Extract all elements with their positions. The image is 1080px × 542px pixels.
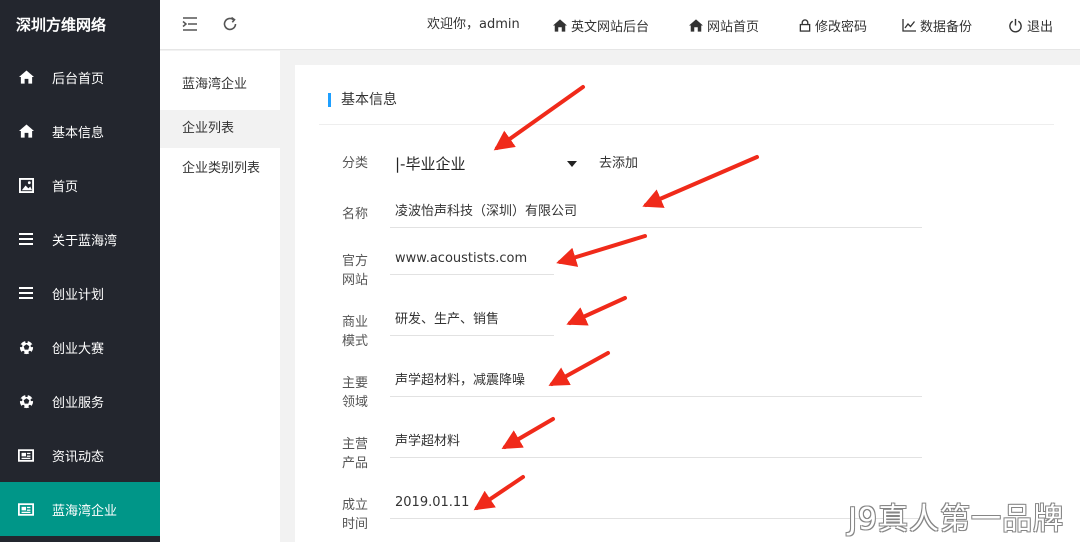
football-icon: [18, 339, 34, 355]
top-header: 欢迎你，admin 英文网站后台 网站首页 修改密码 数据备份 退出: [160, 0, 1080, 50]
business-model-label: 商业 模式: [342, 315, 369, 349]
sidebar-item-label: 创业大赛: [52, 341, 105, 357]
category-select-value: |-毕业企业: [395, 155, 466, 173]
watermark: J9真人第一品牌: [848, 502, 1064, 537]
submenu-item-enterprise-category[interactable]: 企业类别列表: [160, 150, 280, 188]
site-home-link[interactable]: 网站首页: [689, 0, 759, 50]
sidebar-item-basic-info[interactable]: 基本信息: [0, 104, 160, 158]
sidebar-item-label: 资讯动态: [52, 449, 105, 465]
home-icon: [553, 18, 567, 32]
sidebar-item-label: 创业计划: [52, 287, 105, 303]
sidebar-item-startup-plan[interactable]: 创业计划: [0, 266, 160, 320]
sidebar-item-dashboard[interactable]: 后台首页: [0, 50, 160, 104]
business-model-field[interactable]: 研发、生产、销售: [390, 304, 554, 336]
menu-icon: [18, 285, 34, 301]
section-divider: [319, 124, 1054, 125]
newspaper-icon: [18, 447, 34, 463]
chart-icon: [902, 18, 916, 32]
image-icon: [18, 177, 34, 193]
sidebar-item-label: 蓝海湾企业: [52, 503, 118, 519]
sidebar-item-label: 后台首页: [52, 71, 105, 87]
founded-date-label: 成立 时间: [342, 498, 369, 532]
founded-date-field[interactable]: 2019.01.11: [390, 487, 922, 519]
logout-link[interactable]: 退出: [1008, 0, 1053, 50]
website-field[interactable]: www.acoustists.com: [390, 243, 554, 275]
lock-icon: [799, 18, 811, 32]
website-label: 官方 网站: [342, 254, 369, 288]
add-category-link[interactable]: 去添加: [599, 148, 638, 180]
sidebar-item-contest[interactable]: 创业大赛: [0, 320, 160, 374]
welcome-text: 欢迎你，admin: [427, 17, 520, 32]
secondary-menu: 蓝海湾企业 企业列表 企业类别列表: [160, 51, 280, 542]
home-icon: [18, 69, 34, 85]
english-admin-link[interactable]: 英文网站后台: [553, 0, 649, 50]
collapse-menu-icon[interactable]: [180, 14, 200, 34]
sidebar-item-label: 关于蓝海湾: [52, 233, 118, 249]
newspaper-icon: [18, 501, 34, 517]
sidebar-item-enterprise[interactable]: 蓝海湾企业: [0, 482, 160, 536]
submenu-item-enterprise-list[interactable]: 企业列表: [160, 110, 280, 148]
sidebar-item-label: 首页: [52, 179, 79, 195]
sidebar-item-services[interactable]: 创业服务: [0, 374, 160, 428]
football-icon: [18, 393, 34, 409]
change-password-link[interactable]: 修改密码: [799, 0, 867, 50]
sidebar: 深圳方维网络 后台首页 基本信息 首页 关于蓝海湾 创业计划 创业大赛 创业服务…: [0, 0, 160, 542]
section-title: 基本信息: [328, 93, 397, 107]
data-backup-link[interactable]: 数据备份: [902, 0, 972, 50]
name-field[interactable]: 凌波怡声科技（深圳）有限公司: [390, 196, 922, 228]
power-icon: [1009, 18, 1022, 32]
brand-logo: 深圳方维网络: [16, 16, 107, 34]
form-card: 基本信息 分类 |-毕业企业 去添加 名称 凌波怡声科技（深圳）有限公司 官方 …: [295, 65, 1080, 542]
refresh-icon[interactable]: [220, 14, 240, 34]
main-product-label: 主营 产品: [342, 437, 369, 471]
name-label: 名称: [342, 207, 369, 222]
category-select[interactable]: |-毕业企业: [395, 148, 577, 180]
main-field-label: 主要 领域: [342, 376, 369, 410]
main-product-field[interactable]: 声学超材料: [390, 426, 922, 458]
sidebar-item-label: 创业服务: [52, 395, 105, 411]
sidebar-item-about[interactable]: 关于蓝海湾: [0, 212, 160, 266]
main-field-input[interactable]: 声学超材料，减震降噪: [390, 365, 922, 397]
submenu-title: 蓝海湾企业: [182, 77, 248, 92]
chevron-down-icon: [567, 161, 577, 167]
home-icon: [18, 123, 34, 139]
sidebar-item-homepage[interactable]: 首页: [0, 158, 160, 212]
category-label: 分类: [342, 156, 369, 171]
menu-icon: [18, 231, 34, 247]
home-icon: [689, 18, 703, 32]
sidebar-item-news[interactable]: 资讯动态: [0, 428, 160, 482]
sidebar-item-label: 基本信息: [52, 125, 105, 141]
